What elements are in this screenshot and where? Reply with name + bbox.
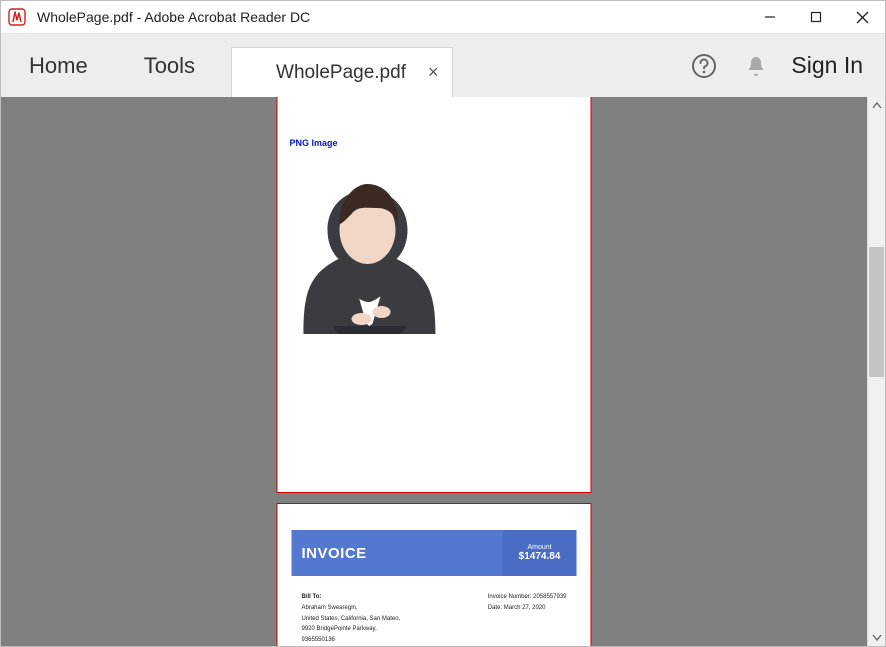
- app-icon: [1, 8, 33, 26]
- chevron-up-icon: [872, 101, 882, 111]
- document-tab[interactable]: WholePage.pdf ×: [231, 47, 453, 97]
- maximize-button[interactable]: [793, 1, 839, 33]
- bill-to-line: Abraham Swearegin,: [302, 603, 401, 614]
- invoice-header: INVOICE Amount $1474.84: [292, 530, 577, 576]
- window-title: WholePage.pdf - Adobe Acrobat Reader DC: [33, 9, 747, 25]
- close-icon: [856, 11, 869, 24]
- help-button[interactable]: [689, 51, 719, 81]
- notifications-button[interactable]: [741, 51, 771, 81]
- scroll-up-button[interactable]: [868, 97, 885, 115]
- window-controls: [747, 1, 885, 33]
- pdf-page-1: PNG Image: [277, 97, 592, 493]
- scroll-down-button[interactable]: [868, 628, 885, 646]
- scroll-thumb[interactable]: [869, 247, 884, 377]
- pdf-page-2: INVOICE Amount $1474.84 Bill To: Abraham…: [277, 503, 592, 646]
- toolbar: Home Tools WholePage.pdf × Sign In: [1, 33, 885, 97]
- close-button[interactable]: [839, 1, 885, 33]
- titlebar: WholePage.pdf - Adobe Acrobat Reader DC: [1, 1, 885, 33]
- scroll-track[interactable]: [868, 115, 885, 628]
- sign-in-button[interactable]: Sign In: [787, 34, 885, 97]
- menu-tools[interactable]: Tools: [116, 34, 223, 97]
- tab-close-button[interactable]: ×: [428, 62, 439, 83]
- help-icon: [691, 53, 717, 79]
- vertical-scrollbar[interactable]: [867, 97, 885, 646]
- maximize-icon: [810, 11, 822, 23]
- invoice-title: INVOICE: [292, 545, 503, 562]
- bell-icon: [744, 54, 768, 78]
- menu-home[interactable]: Home: [1, 34, 116, 97]
- invoice-meta: Invoice Number: 2058557939 Date: March 2…: [488, 592, 567, 614]
- toolbar-icons: [689, 34, 787, 97]
- minimize-button[interactable]: [747, 1, 793, 33]
- chevron-down-icon: [872, 632, 882, 642]
- png-image-label: PNG Image: [290, 138, 338, 148]
- invoice-amount-box: Amount $1474.84: [503, 530, 577, 576]
- invoice-number: Invoice Number: 2058557939: [488, 592, 567, 603]
- person-photo: [284, 154, 454, 334]
- invoice-amount-label: Amount: [527, 544, 551, 551]
- minimize-icon: [764, 11, 776, 23]
- bill-to-line: United States, California, San Mateo,: [302, 614, 401, 625]
- bill-to-label: Bill To:: [302, 592, 401, 603]
- bill-to-line: 9365550136: [302, 635, 401, 646]
- invoice-bill-to: Bill To: Abraham Swearegin, United State…: [302, 592, 401, 646]
- app-window: WholePage.pdf - Adobe Acrobat Reader DC …: [0, 0, 886, 647]
- tab-group: WholePage.pdf ×: [231, 34, 453, 97]
- tab-label: WholePage.pdf: [276, 62, 406, 84]
- invoice-date: Date: March 27, 2020: [488, 603, 567, 614]
- document-canvas[interactable]: PNG Image INVOICE: [1, 97, 867, 646]
- document-area: PNG Image INVOICE: [1, 97, 885, 646]
- bill-to-line: 9920 BridgePointe Parkway,: [302, 624, 401, 635]
- invoice-amount-value: $1474.84: [519, 551, 561, 562]
